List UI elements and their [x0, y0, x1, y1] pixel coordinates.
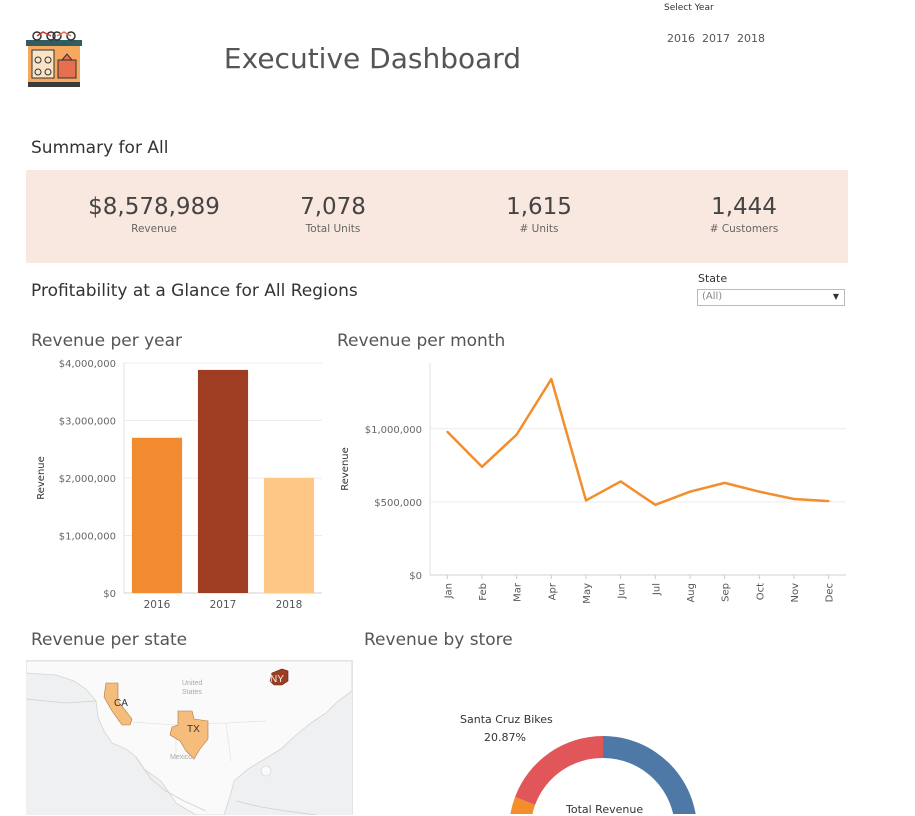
year-option-2017[interactable]: 2017 — [702, 32, 730, 45]
y-axis-label: Revenue — [36, 456, 47, 500]
map-label-united: United — [182, 680, 202, 687]
point-Apr — [550, 378, 553, 381]
kpi-label: # Units — [519, 223, 559, 235]
state-filter-label: State — [698, 272, 728, 285]
kpi-units: 1,615 # Units — [439, 194, 639, 235]
x-tick-label: Sep — [721, 583, 732, 602]
point-Jul — [654, 503, 657, 506]
summary-title: Summary for All — [31, 138, 169, 158]
x-tick-label: Mar — [513, 582, 524, 602]
x-tick-label: Dec — [825, 583, 836, 602]
point-Sep — [723, 481, 726, 484]
revenue-per-year-chart: $0 $1,000,000 $2,000,000 $3,000,000 $4,000,0… — [36, 359, 322, 611]
y-tick-label: $2,000,000 — [59, 474, 116, 485]
revenue-by-store-title: Revenue by store — [364, 630, 513, 650]
x-tick-label: 2016 — [144, 599, 171, 611]
revenue-per-month-chart: $0 $500,000 $1,000,000 Revenue Jan Feb Mar Apr M… — [340, 363, 846, 604]
state-filter-dropdown[interactable]: (All) ▼ — [697, 289, 845, 306]
kpi-customers: 1,444 # Customers — [644, 194, 844, 235]
profitability-title: Profitability at a Glance for All Region… — [31, 281, 358, 301]
revenue-per-year-title: Revenue per year — [31, 331, 183, 351]
kpi-band: $8,578,989 Revenue 7,078 Total Units 1,6… — [26, 170, 848, 263]
y-tick-label: $1,000,000 — [365, 425, 422, 436]
kpi-value: 7,078 — [300, 194, 366, 220]
x-tick-label: Aug — [686, 583, 697, 603]
x-tick-label: 2018 — [276, 599, 303, 611]
revenue-map[interactable]: CA TX NY United States Mexico — [26, 660, 353, 815]
x-tick-label: Jun — [617, 583, 628, 600]
point-Jun — [619, 480, 622, 483]
x-tick-label: Feb — [478, 583, 489, 601]
chevron-down-icon: ▼ — [832, 292, 839, 301]
bar-2018 — [263, 478, 315, 593]
y-tick-label: $1,000,000 — [59, 532, 116, 543]
x-tick-label: Apr — [547, 582, 558, 600]
y-tick-label: $0 — [103, 589, 116, 600]
kpi-label: Revenue — [131, 223, 177, 235]
revenue-per-month-title: Revenue per month — [337, 331, 506, 351]
kpi-value: 1,444 — [711, 194, 777, 220]
point-May — [585, 499, 587, 502]
year-option-2016[interactable]: 2016 — [667, 32, 695, 45]
point-Oct — [758, 490, 761, 493]
map-label-mexico: Mexico — [170, 754, 192, 761]
point-Jan — [446, 430, 449, 433]
revenue-line — [446, 377, 829, 507]
state-label-ny: NY — [270, 674, 284, 685]
x-tick-label: Jan — [443, 583, 454, 599]
revenue-per-state-title: Revenue per state — [31, 630, 188, 650]
kpi-total-units: 7,078 Total Units — [233, 194, 433, 235]
point-Feb — [481, 465, 483, 468]
bar-2017 — [197, 369, 249, 593]
x-tick-label: Jul — [651, 583, 662, 596]
x-tick-label: Nov — [790, 583, 801, 603]
state-label-ca: CA — [114, 698, 128, 709]
year-option-2018[interactable]: 2018 — [737, 32, 765, 45]
y-tick-label: $500,000 — [374, 498, 422, 509]
y-tick-label: $3,000,000 — [59, 417, 116, 428]
point-Dec — [827, 500, 830, 503]
revenue-by-store-donut[interactable] — [495, 722, 715, 814]
x-tick-label: May — [582, 583, 593, 604]
y-axis-label: Revenue — [340, 447, 351, 491]
kpi-label: Total Units — [305, 223, 361, 235]
map-label-states: States — [182, 689, 202, 696]
kpi-revenue: $8,578,989 Revenue — [54, 194, 254, 235]
x-tick-label: 2017 — [210, 599, 237, 611]
page-title: Executive Dashboard — [223, 42, 522, 75]
y-tick-label: $0 — [409, 571, 422, 582]
donut-center-label: Total Revenue — [566, 803, 644, 816]
kpi-value: 1,615 — [506, 194, 572, 220]
state-filter-value: (All) — [702, 291, 723, 302]
point-Mar — [515, 433, 518, 436]
kpi-value: $8,578,989 — [88, 194, 220, 220]
donut-slice-santa-cruz — [515, 736, 603, 805]
year-filter-label: Select Year — [664, 3, 714, 13]
point-Aug — [689, 490, 691, 493]
point-Nov — [793, 497, 795, 500]
x-tick-label: Oct — [755, 583, 766, 600]
state-label-tx: TX — [187, 724, 200, 735]
y-tick-label: $4,000,000 — [59, 359, 116, 370]
kpi-label: # Customers — [709, 223, 779, 235]
bar-2016 — [131, 437, 183, 593]
